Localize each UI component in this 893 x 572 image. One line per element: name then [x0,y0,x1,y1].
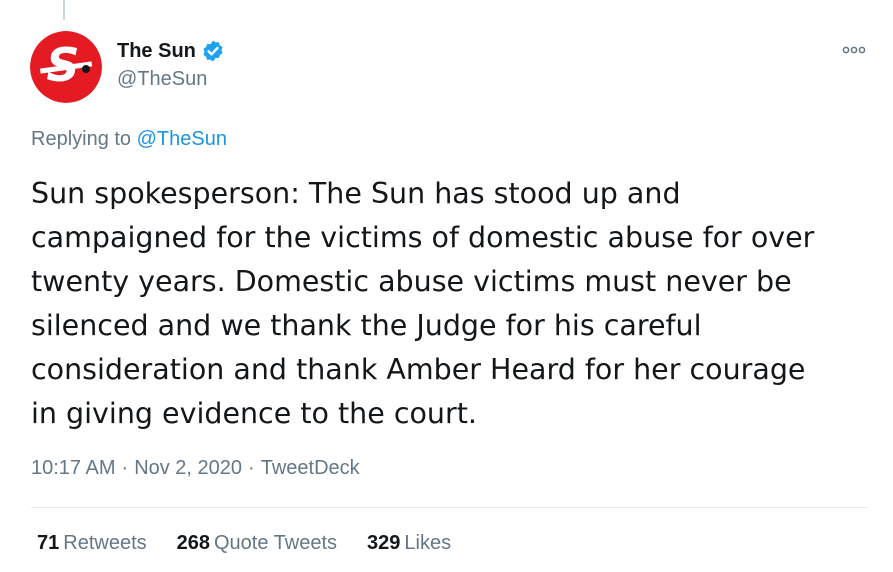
the-sun-logo-icon: S [30,31,102,103]
tweet-stats: 71 Retweets 268 Quote Tweets 329 Likes [37,532,451,555]
meta-separator: · [248,457,255,479]
tweet-meta: 10:17 AM · Nov 2, 2020 · TweetDeck [31,457,360,480]
display-name[interactable]: The Sun [117,40,196,63]
tweet-date-link[interactable]: Nov 2, 2020 [134,457,242,479]
tweet-text-line: Sun spokesperson: The Sun has stood up a… [31,177,681,210]
replying-to-label: Replying to [31,128,132,150]
tweet-text-line: campaigned for the victims of domestic a… [31,221,815,254]
likes-stat-link[interactable]: 329 Likes [367,532,451,555]
retweets-count: 71 [37,532,60,554]
tweet-text-line: in giving evidence to the court. [31,397,477,430]
verified-badge-icon [201,39,225,63]
author-handle[interactable]: @TheSun [117,68,225,91]
replying-to-mention-link[interactable]: @TheSun [137,128,227,150]
likes-label: Likes [404,532,452,554]
tweet-text-line: silenced and we thank the Judge for his … [31,309,702,342]
quote-tweets-count: 268 [176,532,210,554]
tweet-time-link[interactable]: 10:17 AM [31,457,116,479]
retweets-label: Retweets [63,532,147,554]
quote-tweets-stat-link[interactable]: 268 Quote Tweets [177,532,337,555]
tweet-source-link[interactable]: TweetDeck [261,457,360,479]
tweet-text-line: consideration and thank Amber Heard for … [31,353,806,386]
likes-count: 329 [367,532,401,554]
quote-tweets-label: Quote Tweets [214,532,338,554]
tweet-text: Sun spokesperson: The Sun has stood up a… [31,172,871,436]
retweets-stat-link[interactable]: 71 Retweets [37,532,147,555]
tweet-text-line: twenty years. Domestic abuse victims mus… [31,265,792,298]
author-info: The Sun @TheSun [117,38,225,91]
avatar[interactable]: S [30,31,102,103]
replying-to: Replying to @TheSun [31,128,227,151]
divider [31,507,867,508]
meta-separator: · [121,457,129,479]
thread-connector-line [63,0,65,20]
display-name-row: The Sun [117,38,225,64]
more-options-icon[interactable] [840,40,870,60]
